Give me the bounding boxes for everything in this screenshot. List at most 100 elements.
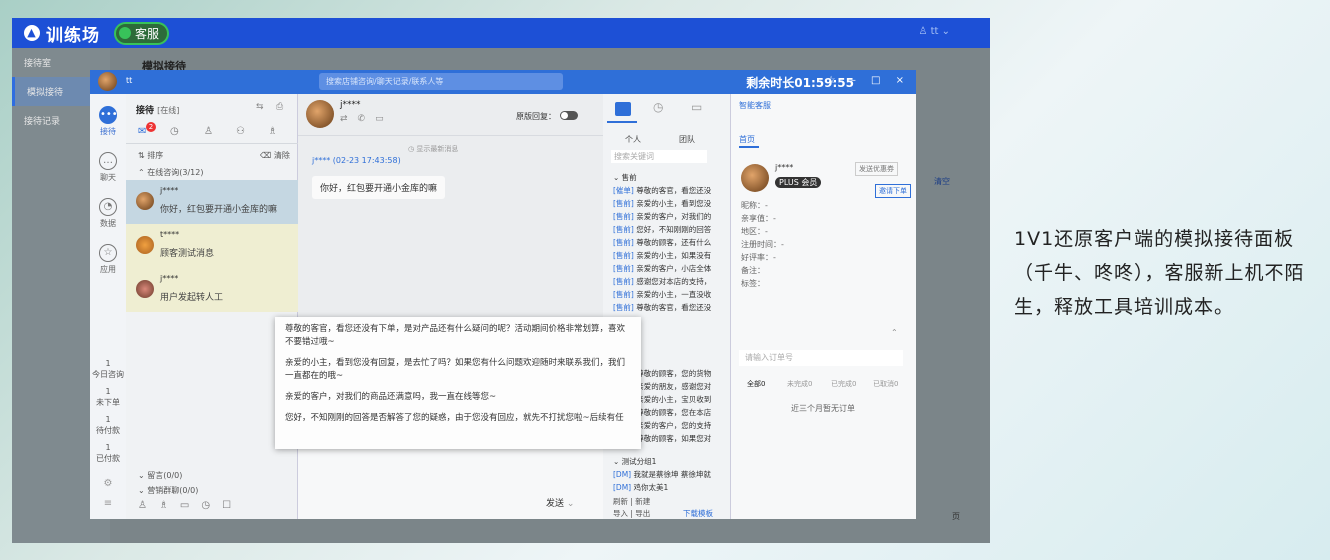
list-item[interactable]: [售前] 您好，不知刚刚的回答 [613,224,711,235]
sort-button[interactable]: ⇅ 排序 [138,150,163,161]
clear-link[interactable]: 清空 [934,176,950,187]
send-coupon-button[interactable]: 发送优惠券 [855,162,898,176]
list-item[interactable]: [售前] 亲爱的客户，对我们的 [613,211,711,222]
message-group[interactable]: ⌄ 留言(0/0) [138,470,182,481]
list-item[interactable]: [售前] 亲爱的小主，如果没有 [613,250,711,261]
snippet: 我就是蔡徐坤 蔡徐坤就 [633,470,711,479]
nav-data[interactable]: ◔ 数据 [97,198,119,229]
tab-all-orders[interactable]: 全部0 [747,379,765,389]
chat-action-icons[interactable]: ⇄✆▭ [340,114,394,124]
tab-indicator [739,146,759,148]
list-item[interactable]: [售前] 亲爱的小主，一直没收 [613,289,711,300]
menu-icon[interactable]: ≡ [90,498,126,509]
quick-reply-option[interactable]: 亲爱的客户，对我们的商品还满意吗，我一直在线等您~ [275,383,641,404]
snippet: 尊敬的顾客，还有什么 [633,238,712,247]
transfer-icon[interactable]: ⇆ [256,102,264,112]
quick-reply-option[interactable]: 您好，不知刚刚的回答是否解答了您的疑惑，由于您没有回应，就先不打扰您啦~后续有任 [275,404,641,425]
tag: [售前] [613,290,634,299]
list-item[interactable]: [催单] 尊敬的客官，看您还没 [613,185,711,196]
nav-label: 应用 [100,265,116,274]
nav-chat[interactable]: … 聊天 [97,152,119,183]
folder-icon[interactable]: ▭ [691,100,702,114]
chat-contact-name: j**** [340,100,361,110]
send-button[interactable]: 发送 ⌄ [546,496,574,509]
empty-orders: 近三个月暂无订单 [791,404,855,413]
download-template-link[interactable]: 下载模板 [683,508,713,519]
online-group[interactable]: ⌃ 在线咨询(3/12) [138,167,203,178]
list-item[interactable]: [售前] 尊敬的客官，看您还没 [613,302,711,313]
marketing-group[interactable]: ⌄ 营销群聊(0/0) [138,485,198,496]
list-item[interactable]: t**** 顾客测试消息 [126,224,298,268]
nav-reception[interactable]: ••• 接待 [97,106,119,137]
customer-field: 昵称：- [741,201,768,210]
service-badge[interactable]: 客服 [114,21,170,45]
history-link[interactable]: ◷ 显示最新消息 [408,144,458,154]
clock-icon[interactable]: ◷ [653,100,663,114]
tag: [售前] [613,303,634,312]
quick-reply-option[interactable]: 亲爱的小主，看到您没有回复，是去忙了吗？如果您有什么问题欢迎随时来联系我们，我们… [275,349,641,383]
stat-paid: 1 已付款 [90,442,126,464]
settings-icon[interactable]: ⚙ [90,478,126,489]
refresh-button[interactable]: 刷新 [613,497,628,506]
logo-text: 训练场 [46,25,100,46]
stat-unpaid: 1 待付款 [90,414,126,436]
account-menu[interactable]: ♙ tt ⌄ [918,26,950,37]
tag: [售前] [613,264,634,273]
refresh-new-buttons[interactable]: 刷新 | 新建 [613,496,650,507]
list-item[interactable]: [售前] 亲爱的客户，小店全体 [613,263,711,274]
list-item[interactable]: j**** 用户发起转人工 [126,268,298,312]
session-toolbar-icons[interactable]: ♙♗▭◷☐ [138,500,243,511]
tag: [售前] [613,277,634,286]
nav-apps[interactable]: ☆ 应用 [97,244,119,275]
list-item[interactable]: [DM] 鸡你太美1 [613,482,668,493]
list-item[interactable]: j**** 你好，红包要开通小金库的嘛 [126,180,298,224]
export-button[interactable]: 导出 [635,509,650,518]
person-icon[interactable]: ♙ [204,126,213,137]
import-export-buttons[interactable]: 导入 | 导出 [613,508,650,519]
collapse-icon[interactable]: ⌃ [891,328,898,337]
tab-incomplete[interactable]: 未完成0 [787,379,812,389]
tab-home[interactable]: 首页 [739,134,755,145]
auto-reply-toggle[interactable] [560,111,578,120]
stat-number: 1 [105,415,111,424]
stat-label: 已付款 [96,454,120,463]
window-controls[interactable]: ☆ – □ × [827,75,910,86]
print-icon[interactable]: ⎙ [276,102,283,112]
tab-team[interactable]: 团队 [679,134,695,145]
active-tab-indicator [607,121,637,123]
snippet: 鸡你太美1 [633,483,669,492]
tab-completed[interactable]: 已完成0 [831,379,856,389]
chat-header: j**** ⇄✆▭ 原版回复： [298,94,603,136]
quick-reply-option[interactable]: 尊敬的客官，看您还没有下单，是对产品还有什么疑问的呢？活动期间价格非常划算，喜欢… [275,317,641,349]
group-presale[interactable]: ⌄ 售前 [613,172,637,183]
group-icon[interactable]: ♗ [268,126,277,137]
group-test[interactable]: ⌄ 测试分组1 [613,456,656,467]
tab-cancelled[interactable]: 已取消0 [873,379,898,389]
keyword-search[interactable]: 搜索关键词 [611,150,707,163]
snippet: 亲爱的小主，看到您没 [633,199,712,208]
global-search[interactable]: 搜索店铺咨询/聊天记录/联系人等 [319,73,563,90]
list-item[interactable]: [售前] 亲爱的小主，看到您没 [613,198,711,209]
invite-order-button[interactable]: 邀请下单 [875,184,911,198]
nav-label: 聊天 [100,173,116,182]
quick-reply-popup: 尊敬的客官，看您还没有下单，是对产品还有什么疑问的呢？活动期间价格非常划算，喜欢… [275,317,641,449]
order-number-input[interactable]: 请输入订单号 [739,350,903,366]
clock-icon[interactable]: ◷ [170,126,179,137]
clear-button[interactable]: ⌫ 清除 [260,150,290,161]
tab-personal[interactable]: 个人 [625,134,641,145]
tag: [售前] [613,251,634,260]
customer-field: 好评率：- [741,253,776,262]
list-item[interactable]: [DM] 我就是蔡徐坤 蔡徐坤就 [613,469,711,480]
list-item[interactable]: [售前] 尊敬的顾客，还有什么 [613,237,711,248]
quick-reply-icon[interactable] [615,102,631,116]
customer-field: 地区：- [741,227,768,236]
avatar [136,236,154,254]
list-item[interactable]: [售前] 感谢您对本店的支持， [613,276,711,287]
reception-window: tt 搜索店铺咨询/聊天记录/联系人等 剩余时长01:59:55 ☆ – □ ×… [90,70,916,519]
group-label: 营销群聊(0/0) [147,486,199,495]
snippet: 亲爱的小主，宝贝收到 [633,395,712,404]
stat-label: 待付款 [96,426,120,435]
new-button[interactable]: 新建 [635,497,650,506]
people-icon[interactable]: ⚇ [236,126,245,137]
import-button[interactable]: 导入 [613,509,628,518]
